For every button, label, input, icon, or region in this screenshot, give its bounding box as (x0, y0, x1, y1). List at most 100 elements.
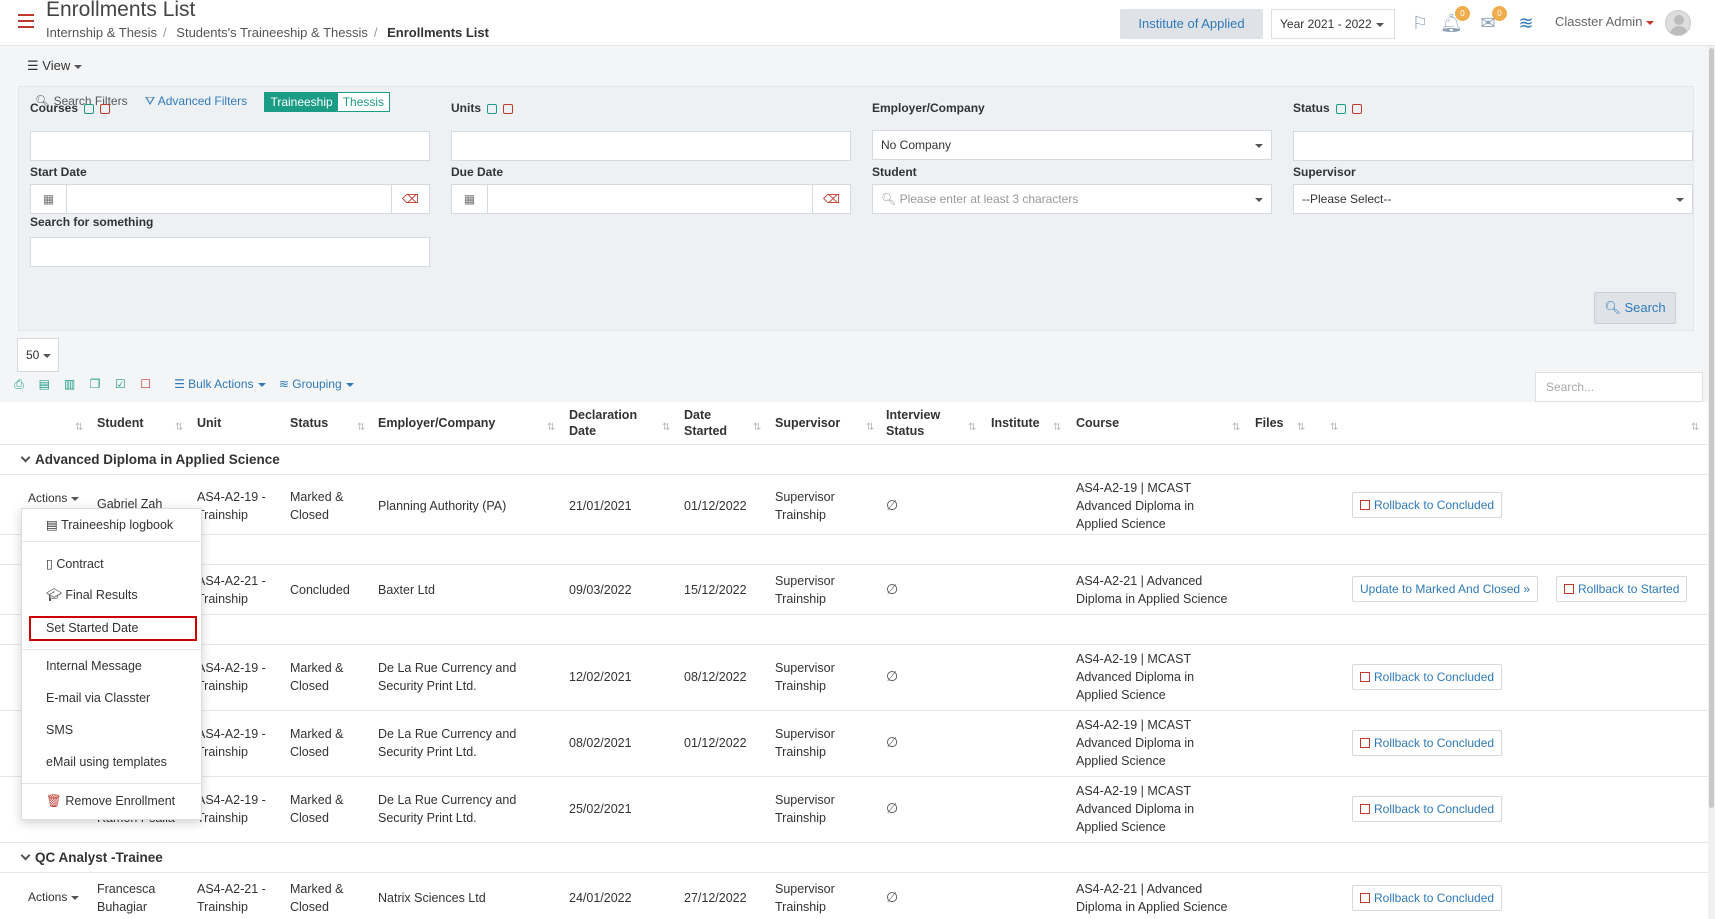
rollback-to-concluded-button[interactable]: Rollback to Concluded (1352, 492, 1503, 518)
col-date-started[interactable]: Date Started (684, 402, 744, 444)
courses-input[interactable] (30, 131, 430, 161)
due-date-input[interactable]: ▦ ⌫ (451, 184, 851, 214)
deselect-all-icon[interactable] (503, 103, 513, 114)
select-all-icon[interactable] (487, 103, 497, 114)
envelope-icon[interactable]: ✉ 0 (1477, 6, 1507, 34)
col-student[interactable]: Student (97, 402, 172, 444)
calendar-icon[interactable]: ▦ (452, 185, 488, 213)
col-supervisor[interactable]: Supervisor (775, 402, 855, 444)
table-row: Actions Gabriel Zah AS4-A2-19 - Trainshi… (0, 474, 1715, 534)
rollback-to-concluded-button[interactable]: Rollback to Concluded (1352, 664, 1503, 690)
row-actions-menu: ▤ Traineeship logbook ▯ Contract 🎓︎ Fina… (21, 508, 203, 820)
eraser-icon[interactable]: ⌫ (812, 185, 850, 213)
select-all-icon[interactable] (84, 103, 95, 114)
menu-item-sms[interactable]: SMS (22, 723, 203, 737)
col-institute[interactable]: Institute (991, 402, 1051, 444)
bell-icon[interactable]: 🔔︎ 0 (1440, 6, 1470, 34)
bulk-actions-dropdown[interactable]: ☰ Bulk Actions (174, 377, 266, 391)
user-menu[interactable]: Classter Admin (1555, 14, 1655, 29)
deselect-all-icon[interactable]: ☐ (139, 377, 153, 391)
flag-icon[interactable]: ⚐ (1409, 12, 1431, 34)
view-dropdown[interactable]: ☰ View (27, 58, 83, 74)
units-input[interactable] (451, 131, 851, 161)
start-date-input[interactable]: ▦ ⌫ (30, 184, 430, 214)
breadcrumb-item-internship[interactable]: Internship & Thesis (46, 25, 157, 40)
sort-icon[interactable]: ⇅ (357, 422, 365, 433)
copy-icon[interactable]: ❐ (88, 377, 102, 391)
student-placeholder: Please enter at least 3 characters (899, 192, 1079, 206)
employer-select[interactable]: No Company (872, 130, 1272, 160)
row-actions-dropdown[interactable]: Actions (28, 890, 80, 904)
menu-item-internal-message[interactable]: Internal Message (22, 659, 203, 673)
group-header[interactable]: Advanced Diploma in Applied Science (0, 444, 1715, 474)
menu-toggle-icon[interactable] (18, 14, 34, 28)
col-status[interactable]: Status (290, 402, 350, 444)
rollback-icon (1360, 892, 1370, 903)
cell-employer: De La Rue Currency and Security Print Lt… (378, 661, 517, 693)
supervisor-select[interactable]: --Please Select-- (1293, 184, 1693, 214)
col-files[interactable]: Files (1255, 402, 1295, 444)
sort-icon[interactable]: ⇅ (866, 422, 874, 433)
deselect-all-icon[interactable] (100, 103, 111, 114)
csv-icon[interactable]: ▥ (63, 377, 77, 391)
year-selector[interactable]: Year 2021 - 2022 (1271, 9, 1395, 39)
eraser-icon[interactable]: ⌫ (391, 185, 429, 213)
menu-item-remove-enrollment[interactable]: 🗑︎ Remove Enrollment (22, 794, 203, 809)
cell-course: AS4-A2-21 | Advanced Diploma in Applied … (1076, 882, 1228, 914)
menu-item-set-started-date[interactable]: Set Started Date (22, 621, 203, 635)
menu-item-email-templates[interactable]: eMail using templates (22, 755, 203, 769)
grouping-dropdown[interactable]: ≋ Grouping (279, 377, 354, 391)
col-course[interactable]: Course (1076, 402, 1136, 444)
search-button[interactable]: 🔍︎ Search (1594, 292, 1676, 324)
cell-student[interactable]: Francesca Buhagiar (97, 880, 177, 916)
sort-icon[interactable]: ⇅ (1330, 422, 1338, 433)
sort-icon[interactable]: ⇅ (662, 422, 670, 433)
menu-item-contract[interactable]: ▯ Contract (22, 556, 203, 571)
print-icon[interactable]: ⎙ (12, 377, 26, 391)
traineeship-toggle[interactable]: Traineeship (265, 93, 338, 111)
rollback-to-started-button[interactable]: Rollback to Started (1556, 576, 1688, 602)
sort-icon[interactable]: ⇅ (547, 422, 555, 433)
student-search-select[interactable]: 🔍︎ Please enter at least 3 characters (872, 184, 1272, 214)
col-employer[interactable]: Employer/Company (378, 402, 538, 444)
menu-item-email-classter[interactable]: E-mail via Classter (22, 691, 203, 705)
thessis-toggle[interactable]: Thessis (337, 93, 390, 111)
avatar[interactable] (1665, 10, 1691, 36)
calendar-icon[interactable]: ▦ (31, 185, 67, 213)
menu-item-final-results[interactable]: 🎓︎ Final Results (22, 588, 203, 603)
update-to-marked-closed-button[interactable]: Update to Marked And Closed » (1352, 576, 1539, 602)
group-header (0, 614, 1715, 644)
select-all-icon[interactable] (1335, 103, 1346, 114)
sort-icon[interactable]: ⇅ (968, 422, 976, 433)
col-unit[interactable]: Unit (197, 402, 277, 444)
breadcrumb-item-traineeship[interactable]: Students's Traineeship & Thessis (176, 25, 368, 40)
table-search-input[interactable]: Search... (1535, 372, 1703, 402)
sort-icon[interactable]: ⇅ (1232, 422, 1240, 433)
col-declaration-date[interactable]: Declaration Date (569, 402, 649, 444)
page-scrollbar[interactable] (1708, 46, 1715, 919)
sort-icon[interactable]: ⇅ (1053, 422, 1061, 433)
institute-selector[interactable]: Institute of Applied (1120, 9, 1263, 39)
group-header[interactable]: QC Analyst -Trainee (0, 842, 1715, 872)
sort-icon[interactable]: ⇅ (753, 422, 761, 433)
excel-icon[interactable]: ▤ (37, 377, 51, 391)
row-actions-dropdown[interactable]: Actions (28, 491, 80, 505)
rollback-to-concluded-button[interactable]: Rollback to Concluded (1352, 730, 1503, 756)
sort-icon[interactable]: ⇅ (75, 422, 83, 433)
layers-icon[interactable]: ≋ (1515, 12, 1537, 34)
deselect-all-icon[interactable] (1351, 103, 1362, 114)
sort-icon[interactable]: ⇅ (1297, 422, 1305, 433)
search-something-input[interactable] (30, 237, 430, 267)
advanced-filters-tab[interactable]: ⛛ Advanced Filters (145, 94, 247, 108)
menu-item-traineeship-logbook[interactable]: ▤ Traineeship logbook (22, 517, 203, 532)
rollback-to-concluded-button[interactable]: Rollback to Concluded (1352, 796, 1503, 822)
sort-icon[interactable]: ⇅ (1691, 422, 1699, 433)
sort-icon[interactable]: ⇅ (175, 422, 183, 433)
rollback-to-concluded-button[interactable]: Rollback to Concluded (1352, 885, 1503, 911)
select-all-icon[interactable]: ☑ (113, 377, 127, 391)
view-bar: ☰ View (0, 47, 1715, 85)
col-interview-status[interactable]: Interview Status (886, 402, 956, 444)
status-input[interactable] (1293, 131, 1693, 161)
page-length-select[interactable]: 50 (17, 338, 59, 372)
group-header[interactable]: ceship (0, 534, 1715, 564)
